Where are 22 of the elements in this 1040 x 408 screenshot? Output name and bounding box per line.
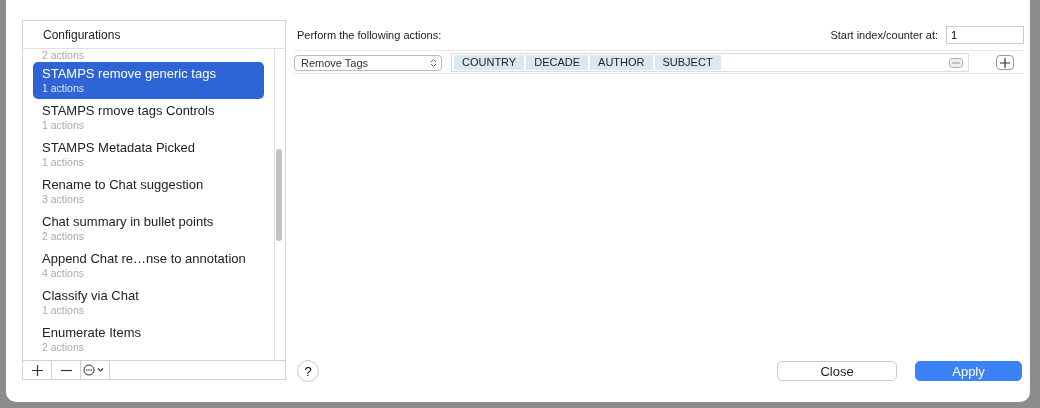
tag-token[interactable]: COUNTRY [454, 55, 525, 70]
start-index-label: Start index/counter at: [830, 29, 938, 41]
configuration-item[interactable]: STAMPS remove generic tags 1 actions [33, 62, 264, 99]
tag-token[interactable]: SUBJECT [654, 55, 721, 70]
start-index-field[interactable]: 1 [946, 26, 1024, 44]
configuration-item[interactable]: Enumerate Items 2 actions [33, 321, 264, 358]
action-dropdown[interactable]: Remove Tags [294, 54, 442, 71]
configuration-item[interactable]: STAMPS Metadata Picked 1 actions [33, 136, 264, 173]
item-subtitle: 2 actions [42, 49, 85, 61]
actions-heading: Perform the following actions: [297, 29, 443, 41]
close-button[interactable]: Close [777, 361, 897, 381]
help-button[interactable]: ? [297, 360, 319, 382]
configuration-item[interactable]: Rename to Chat suggestion 3 actions [33, 173, 264, 210]
configuration-item[interactable]: STAMPS rmove tags Controls 1 actions [33, 99, 264, 136]
configuration-item[interactable]: Classify via Chat 1 actions [33, 284, 264, 321]
tag-field[interactable]: COUNTRY DECADE AUTHOR SUBJECT [451, 53, 969, 72]
tag-token[interactable]: AUTHOR [590, 55, 653, 70]
column-header: Configurations [43, 27, 121, 42]
configuration-item[interactable]: Chat summary in bullet points 2 actions [33, 210, 264, 247]
configuration-item[interactable]: Append Chat re…nse to annotation 4 actions [33, 247, 264, 284]
tag-token[interactable]: DECADE [526, 55, 589, 70]
apply-button[interactable]: Apply [915, 361, 1022, 381]
